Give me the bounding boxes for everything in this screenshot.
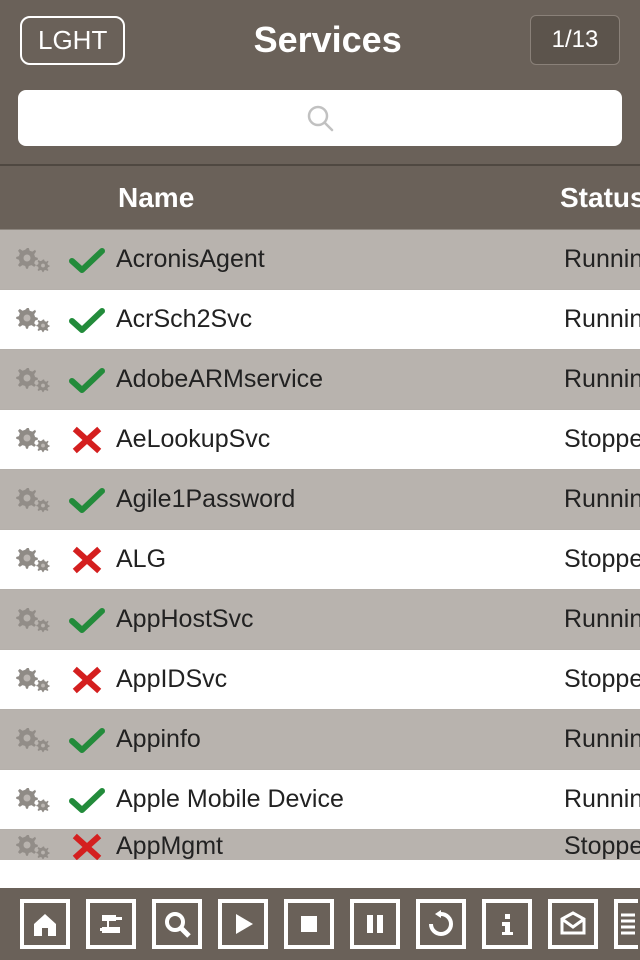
check-icon: [62, 364, 112, 396]
service-row[interactable]: AppMgmt Stopped: [0, 830, 640, 860]
check-icon: [62, 604, 112, 636]
pause-button[interactable]: [350, 899, 400, 949]
search-button[interactable]: [152, 899, 202, 949]
mail-icon: [558, 909, 588, 939]
x-icon: [62, 425, 112, 455]
check-icon: [62, 784, 112, 816]
service-name: AeLookupSvc: [112, 425, 564, 454]
column-header: Name Status: [0, 166, 640, 230]
x-icon: [62, 832, 112, 860]
gear-icon[interactable]: [8, 245, 62, 275]
service-name: AcronisAgent: [112, 245, 564, 274]
service-status: Running: [564, 305, 640, 334]
service-status: Running: [564, 485, 640, 514]
connect-icon: [96, 909, 126, 939]
pause-icon: [360, 909, 390, 939]
column-status[interactable]: Status: [560, 182, 640, 214]
service-row[interactable]: Agile1Password Running: [0, 470, 640, 530]
gear-icon[interactable]: [8, 725, 62, 755]
column-name[interactable]: Name: [118, 182, 560, 214]
check-icon: [62, 304, 112, 336]
check-icon: [62, 484, 112, 516]
gear-icon[interactable]: [8, 425, 62, 455]
service-status: Running: [564, 365, 640, 394]
more-button[interactable]: [614, 899, 638, 949]
service-status: Running: [564, 605, 640, 634]
service-row[interactable]: AppHostSvc Running: [0, 590, 640, 650]
check-icon: [62, 244, 112, 276]
search-input[interactable]: [18, 90, 622, 146]
service-status: Running: [564, 245, 640, 274]
restart-button[interactable]: [416, 899, 466, 949]
play-button[interactable]: [218, 899, 268, 949]
service-row[interactable]: Appinfo Running: [0, 710, 640, 770]
gear-icon[interactable]: [8, 665, 62, 695]
gear-icon[interactable]: [8, 605, 62, 635]
service-row[interactable]: Apple Mobile Device Running: [0, 770, 640, 830]
search-icon: [162, 909, 192, 939]
home-button[interactable]: [20, 899, 70, 949]
gear-icon[interactable]: [8, 545, 62, 575]
connect-button[interactable]: [86, 899, 136, 949]
service-row[interactable]: ALG Stopped: [0, 530, 640, 590]
header: LGHT Services 1/13: [0, 0, 640, 80]
toolbar: [0, 888, 640, 960]
service-name: AppHostSvc: [112, 605, 564, 634]
info-button[interactable]: [482, 899, 532, 949]
service-name: Apple Mobile Device: [112, 785, 564, 814]
search-icon: [305, 103, 335, 133]
service-name: Appinfo: [112, 725, 564, 754]
service-status: Stopped: [564, 425, 640, 454]
service-status: Stopped: [564, 832, 640, 860]
service-status: Running: [564, 725, 640, 754]
service-row[interactable]: AdobeARMservice Running: [0, 350, 640, 410]
stop-icon: [294, 909, 324, 939]
service-list: AcronisAgent Running AcrSch2Svc Running …: [0, 230, 640, 888]
service-name: AcrSch2Svc: [112, 305, 564, 334]
gear-icon[interactable]: [8, 305, 62, 335]
mail-button[interactable]: [548, 899, 598, 949]
theme-toggle-button[interactable]: LGHT: [20, 16, 125, 65]
page-title: Services: [254, 19, 402, 61]
x-icon: [62, 665, 112, 695]
service-name: Agile1Password: [112, 485, 564, 514]
service-name: AdobeARMservice: [112, 365, 564, 394]
home-icon: [30, 909, 60, 939]
restart-icon: [426, 909, 456, 939]
service-row[interactable]: AcrSch2Svc Running: [0, 290, 640, 350]
service-status: Running: [564, 785, 640, 814]
service-row[interactable]: AppIDSvc Stopped: [0, 650, 640, 710]
service-status: Stopped: [564, 545, 640, 574]
search-area: [0, 80, 640, 166]
service-name: AppMgmt: [112, 832, 564, 860]
service-row[interactable]: AeLookupSvc Stopped: [0, 410, 640, 470]
gear-icon[interactable]: [8, 485, 62, 515]
page-indicator[interactable]: 1/13: [530, 15, 620, 65]
gear-icon[interactable]: [8, 785, 62, 815]
gear-icon[interactable]: [8, 832, 62, 860]
service-status: Stopped: [564, 665, 640, 694]
more-icon: [618, 909, 638, 939]
gear-icon[interactable]: [8, 365, 62, 395]
service-name: AppIDSvc: [112, 665, 564, 694]
service-name: ALG: [112, 545, 564, 574]
check-icon: [62, 724, 112, 756]
x-icon: [62, 545, 112, 575]
stop-button[interactable]: [284, 899, 334, 949]
play-icon: [228, 909, 258, 939]
service-row[interactable]: AcronisAgent Running: [0, 230, 640, 290]
info-icon: [492, 909, 522, 939]
